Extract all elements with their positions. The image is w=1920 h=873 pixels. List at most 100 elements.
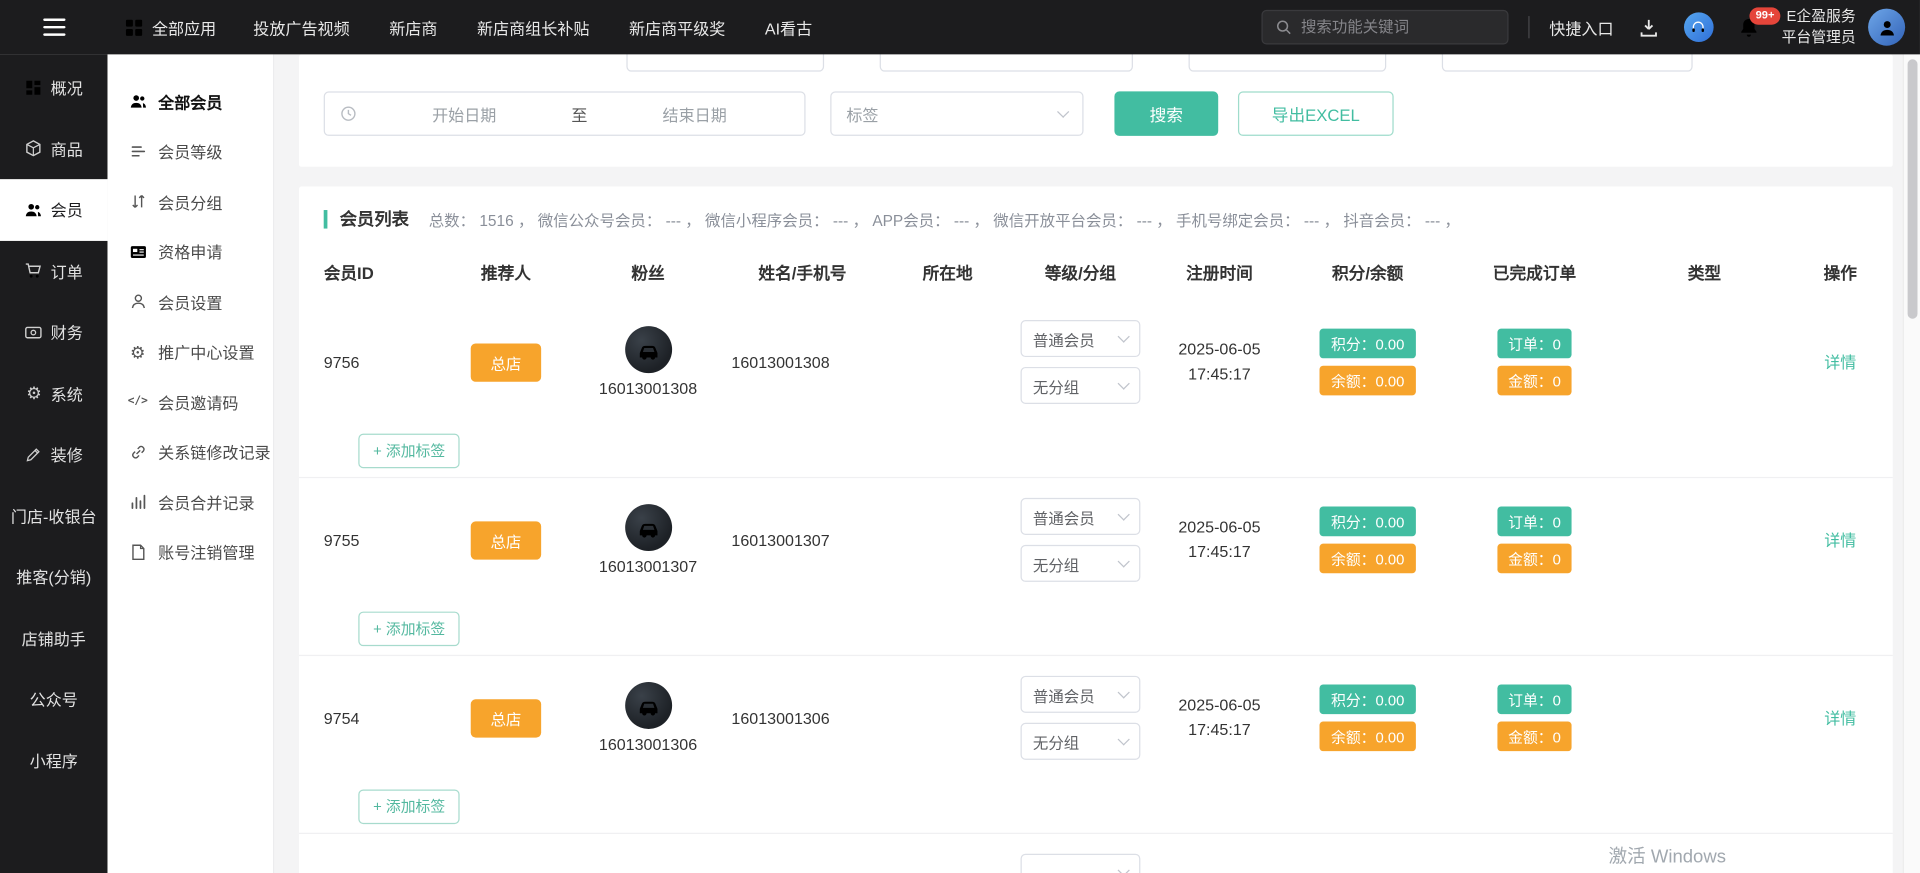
avatar[interactable] <box>1868 9 1905 46</box>
sidebar-item-shop-assistant[interactable]: 店铺助手 <box>0 607 107 668</box>
amount-badge: 金额：0 <box>1497 722 1572 752</box>
primary-sidebar: 概况 商品 会员 订单 财务 ⚙系统 装修 门店-收银台 推客(分销) 店铺助手… <box>0 54 107 873</box>
filter-card: 开始日期 至 结束日期 标签 搜索 导出EXCEL <box>299 54 1893 166</box>
submenu-item-merge-log[interactable]: 会员合并记录 <box>107 477 273 527</box>
orders-badge: 订单：0 <box>1497 329 1572 359</box>
chevron-down-icon <box>1118 508 1130 520</box>
orders-badge: 订单：0 <box>1497 684 1572 714</box>
column-header: 等级/分组 <box>1009 259 1151 284</box>
accent-bar <box>324 209 328 228</box>
submenu-item-member-groups[interactable]: 会员分组 <box>107 177 273 227</box>
main-content: 开始日期 至 结束日期 标签 搜索 导出EXCEL 会员列表 总数： 1516 … <box>274 54 1902 873</box>
balance-badge: 余额：0.00 <box>1320 366 1416 396</box>
add-tag-button[interactable]: + 添加标签 <box>358 611 460 646</box>
fans-cell: 16013001306 <box>577 682 719 754</box>
detail-link[interactable]: 详情 <box>1824 353 1856 372</box>
date-range-input[interactable]: 开始日期 至 结束日期 <box>324 91 806 135</box>
sidebar-item-mini-program[interactable]: 小程序 <box>0 730 107 791</box>
hamburger-icon <box>43 18 65 36</box>
member-name-phone: 16013001306 <box>719 709 886 728</box>
hamburger-menu-button[interactable] <box>0 0 107 54</box>
add-tag-button[interactable]: + 添加标签 <box>358 433 460 468</box>
quick-entry-link[interactable]: 快捷入口 <box>1549 15 1613 38</box>
person-icon <box>1877 18 1896 37</box>
detail-link[interactable]: 详情 <box>1824 531 1856 550</box>
fans-number: 16013001306 <box>599 735 697 754</box>
table-row: 9754 总店 16013001306 16013001306 普通会员 无分组… <box>299 656 1893 834</box>
level-select[interactable]: 普通会员 <box>1021 320 1141 357</box>
level-select[interactable]: 普通会员 <box>1021 498 1141 535</box>
level-select[interactable]: 普通会员 <box>1021 676 1141 713</box>
scrollbar-thumb[interactable] <box>1908 59 1918 318</box>
windows-activation-watermark: 激活 Windows 转到“设置”以激活 Windows。 <box>1609 843 1786 873</box>
sidebar-item-decorate[interactable]: 装修 <box>0 424 107 485</box>
download-icon[interactable] <box>1638 17 1659 38</box>
amount-badge: 金额：0 <box>1497 544 1572 574</box>
member-avatar[interactable] <box>625 326 672 373</box>
account-info[interactable]: E企盈服务 平台管理员 <box>1782 6 1856 49</box>
submenu-item-all-members[interactable]: 全部会员 <box>107 77 273 127</box>
sidebar-item-official-account[interactable]: 公众号 <box>0 668 107 729</box>
sidebar-item-members[interactable]: 会员 <box>0 179 107 240</box>
group-select[interactable]: 无分组 <box>1021 545 1141 582</box>
level-select[interactable] <box>1021 854 1141 873</box>
group-select[interactable]: 无分组 <box>1021 723 1141 760</box>
sidebar-item-store-cashier[interactable]: 门店-收银台 <box>0 485 107 546</box>
submenu-item-account-cancel[interactable]: 账号注销管理 <box>107 527 273 577</box>
nav-item-new-shop[interactable]: 新店商 <box>389 15 437 38</box>
member-avatar[interactable] <box>625 682 672 729</box>
referrer-button[interactable]: 总店 <box>471 521 541 559</box>
points-badge: 积分：0.00 <box>1320 507 1416 537</box>
export-excel-button[interactable]: 导出EXCEL <box>1238 91 1394 135</box>
tag-placeholder: 标签 <box>846 102 878 125</box>
chevron-down-icon <box>1118 331 1130 343</box>
all-apps-button[interactable]: 全部应用 <box>125 15 216 38</box>
notification-bell-button[interactable]: 99+ <box>1738 17 1759 38</box>
sidebar-item-orders[interactable]: 订单 <box>0 240 107 301</box>
submenu-item-qualification[interactable]: 资格申请 <box>107 227 273 277</box>
submenu-item-promotion-center[interactable]: ⚙推广中心设置 <box>107 327 273 377</box>
tag-select[interactable]: 标签 <box>830 91 1083 135</box>
orders-badge: 订单：0 <box>1497 507 1572 537</box>
submenu-item-invite-code[interactable]: </>会员邀请码 <box>107 377 273 427</box>
vertical-scrollbar[interactable] <box>1903 54 1920 873</box>
global-search-box[interactable] <box>1261 10 1508 45</box>
sidebar-item-system[interactable]: ⚙系统 <box>0 363 107 424</box>
sidebar-item-distribution[interactable]: 推客(分销) <box>0 546 107 607</box>
column-header: 姓名/手机号 <box>719 259 886 284</box>
column-header: 操作 <box>1788 259 1893 284</box>
search-icon <box>1275 19 1292 36</box>
detail-link[interactable]: 详情 <box>1824 709 1856 728</box>
gear-icon: ⚙ <box>128 343 147 360</box>
topbar: 全部应用 投放广告视频 新店商 新店商组长补贴 新店商平级奖 AI看古 快捷入口… <box>0 0 1920 54</box>
member-avatar[interactable] <box>625 504 672 551</box>
sidebar-item-goods[interactable]: 商品 <box>0 118 107 179</box>
app-window: 全部应用 投放广告视频 新店商 新店商组长补贴 新店商平级奖 AI看古 快捷入口… <box>0 0 1920 873</box>
nav-item-ads-video[interactable]: 投放广告视频 <box>253 15 349 38</box>
search-input[interactable] <box>1301 19 1480 36</box>
search-button[interactable]: 搜索 <box>1114 91 1218 135</box>
add-tag-button[interactable]: + 添加标签 <box>358 789 460 824</box>
group-select[interactable]: 无分组 <box>1021 367 1141 404</box>
fans-cell: 16013001307 <box>577 504 719 576</box>
referrer-button[interactable]: 总店 <box>471 699 541 737</box>
referrer-button[interactable]: 总店 <box>471 343 541 381</box>
notification-badge: 99+ <box>1749 7 1780 24</box>
link-icon <box>128 443 147 460</box>
nav-item-leader-subsidy[interactable]: 新店商组长补贴 <box>477 15 589 38</box>
sidebar-item-finance[interactable]: 财务 <box>0 301 107 362</box>
customer-service-icon[interactable] <box>1684 12 1714 42</box>
chevron-down-icon <box>1057 106 1069 118</box>
car-icon <box>634 692 661 719</box>
nav-item-peer-reward[interactable]: 新店商平级奖 <box>629 15 725 38</box>
table-row: 9755 总店 16013001307 16013001307 普通会员 无分组… <box>299 478 1893 656</box>
column-header: 所在地 <box>886 259 1010 284</box>
submenu-item-member-settings[interactable]: 会员设置 <box>107 277 273 327</box>
chevron-down-icon <box>1118 378 1130 390</box>
submenu-item-member-levels[interactable]: 会员等级 <box>107 127 273 177</box>
sidebar-item-overview[interactable]: 概况 <box>0 57 107 118</box>
balance-badge: 余额：0.00 <box>1320 722 1416 752</box>
nav-item-ai[interactable]: AI看古 <box>765 15 812 38</box>
levels-icon <box>128 143 147 160</box>
submenu-item-relation-log[interactable]: 关系链修改记录 <box>107 427 273 477</box>
